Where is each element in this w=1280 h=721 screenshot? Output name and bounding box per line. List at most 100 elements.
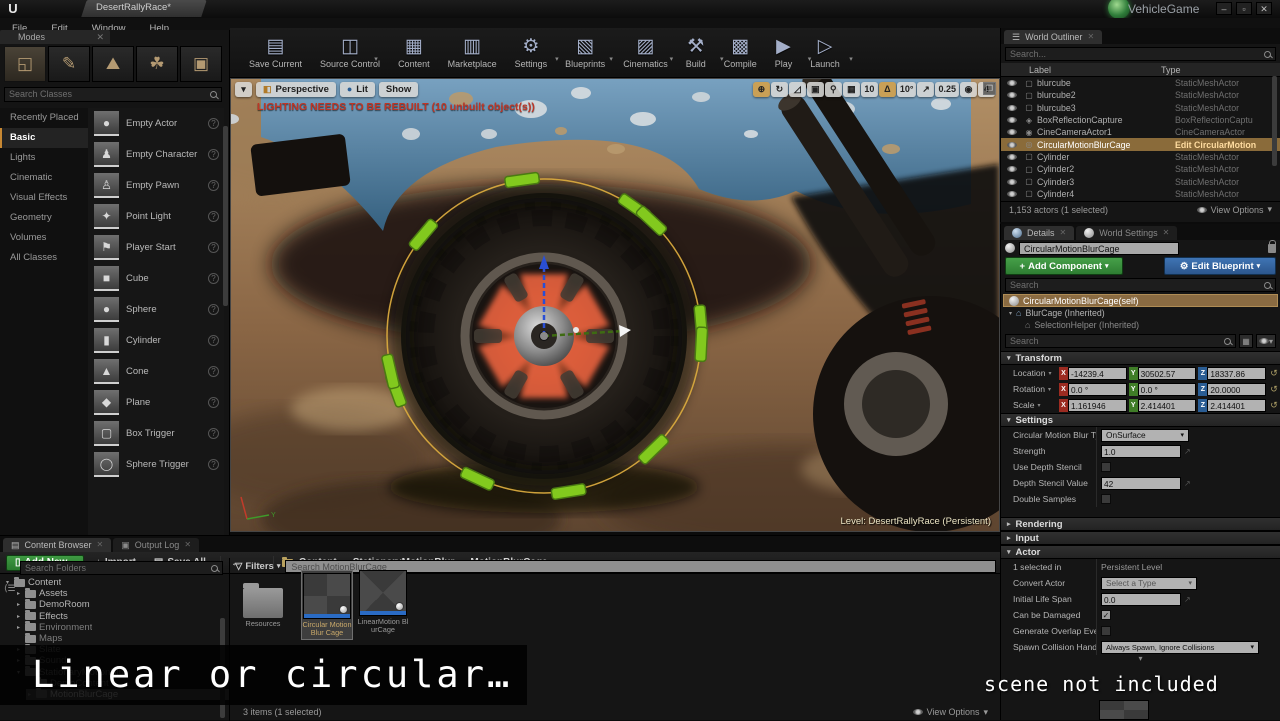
mode-category[interactable]: Geometry	[0, 208, 88, 228]
add-component-button[interactable]: +Add Component▾	[1005, 257, 1123, 275]
world-outliner-tab[interactable]: ☰World Outliner✕	[1004, 30, 1102, 44]
placeable-item[interactable]: ▢ Box Trigger ?	[88, 418, 224, 449]
placeable-item[interactable]: ▮ Cylinder ?	[88, 325, 224, 356]
outliner-row[interactable]: ▢ Cylinder2 StaticMeshActor	[1001, 163, 1280, 175]
close-icon[interactable]: ✕	[1087, 30, 1094, 44]
viewport-tool-button[interactable]: ▣	[807, 82, 824, 97]
blur-type-dropdown[interactable]: OnSurface▾	[1101, 429, 1189, 442]
component-search-input[interactable]: Search	[1005, 278, 1276, 292]
content-browser-tab[interactable]: ▤Content Browser✕	[3, 538, 111, 552]
placeable-item[interactable]: ✦ Point Light ?	[88, 201, 224, 232]
help-icon[interactable]: ?	[208, 397, 219, 408]
close-icon[interactable]: ✕	[96, 30, 104, 44]
placeable-item[interactable]: ● Empty Actor ?	[88, 108, 224, 139]
maximize-button[interactable]: ▫	[1236, 2, 1252, 15]
edit-blueprint-button[interactable]: ⚙Edit Blueprint▾	[1164, 257, 1276, 275]
x-value-field[interactable]: 0.0 °	[1068, 383, 1127, 396]
mode-tool-icon[interactable]: ⛰	[92, 46, 134, 82]
lit-button[interactable]: ●Lit	[340, 82, 375, 97]
minimize-button[interactable]: –	[1216, 2, 1232, 15]
toolbar-button[interactable]: ▩ Compile ▾	[715, 28, 766, 77]
asset-folder-resources[interactable]: Resources	[237, 580, 289, 628]
toolbar-button[interactable]: ▥ Marketplace ▾	[439, 28, 506, 77]
close-icon[interactable]: ✕	[97, 538, 104, 552]
actor-section-header[interactable]: ▾Actor	[1001, 545, 1280, 559]
y-value-field[interactable]: 30502.57	[1138, 367, 1197, 380]
mode-tool-icon[interactable]: ☘	[136, 46, 178, 82]
help-icon[interactable]: ?	[208, 242, 219, 253]
toolbar-button[interactable]: ▷ Launch ▾	[801, 28, 849, 77]
component-row-selectionhelper[interactable]: ⌂SelectionHelper (Inherited)	[1001, 319, 1280, 331]
world-settings-tab[interactable]: World Settings✕	[1076, 226, 1177, 240]
help-icon[interactable]: ?	[208, 180, 219, 191]
outliner-search-input[interactable]: Search...	[1005, 47, 1276, 61]
expander-icon[interactable]: ▸	[15, 590, 22, 597]
lock-icon[interactable]	[1268, 244, 1276, 253]
visibility-eye-icon[interactable]	[1007, 80, 1017, 86]
expander-icon[interactable]: ▸	[15, 624, 22, 631]
close-button[interactable]: ✕	[1256, 2, 1272, 15]
viewport-maximize-icon[interactable]: ❐	[983, 82, 996, 95]
close-icon[interactable]: ✕	[184, 538, 191, 552]
component-row-blurcage[interactable]: ▾⌂BlurCage (Inherited)	[1001, 307, 1280, 319]
reset-icon[interactable]: ↺	[1268, 368, 1280, 379]
mode-category[interactable]: Lights	[0, 148, 88, 168]
asset-linearmotionblurcage[interactable]: LinearMotion BlurCage	[357, 570, 409, 634]
toolbar-button[interactable]: ▨ Cinematics ▾	[614, 28, 677, 77]
viewport-tool-button[interactable]: ◉	[960, 82, 977, 97]
expander-icon[interactable]: ▸	[15, 613, 22, 620]
mode-tool-icon[interactable]: ▣	[180, 46, 222, 82]
expander-icon[interactable]: ▸	[15, 601, 22, 608]
x-value-field[interactable]: -14239.4	[1068, 367, 1127, 380]
folder-tree-row[interactable]: Maps	[0, 633, 229, 644]
viewport-tool-button[interactable]: ⊕	[753, 82, 770, 97]
viewport-tool-button[interactable]: Δ	[879, 82, 896, 97]
z-value-field[interactable]: 18337.86	[1207, 367, 1266, 380]
help-icon[interactable]: ?	[208, 428, 219, 439]
component-self-row[interactable]: CircularMotionBlurCage(self)	[1003, 294, 1278, 307]
toolbar-button[interactable]: ▶ Play ▾	[766, 28, 802, 77]
close-icon[interactable]: ✕	[1163, 226, 1170, 240]
outliner-row[interactable]: ▢ blurcube3 StaticMeshActor	[1001, 102, 1280, 114]
column-label[interactable]: Label	[1001, 65, 1161, 75]
filters-button[interactable]: ▽Filters▾	[235, 561, 280, 572]
strength-field[interactable]: 1.0	[1101, 445, 1181, 458]
mode-category[interactable]: Volumes	[0, 228, 88, 248]
x-value-field[interactable]: 1.161946	[1068, 399, 1127, 412]
folder-tree-row[interactable]: ▸ DemoRoom	[0, 599, 229, 610]
visibility-eye-icon[interactable]	[1007, 191, 1017, 197]
visibility-eye-icon[interactable]	[1007, 92, 1017, 98]
mode-category[interactable]: Cinematic	[0, 168, 88, 188]
transform-section-header[interactable]: ▾Transform	[1001, 351, 1280, 365]
outliner-row[interactable]: ▢ Cylinder4 StaticMeshActor	[1001, 188, 1280, 200]
toolbar-button[interactable]: ⚙ Settings ▾	[506, 28, 557, 77]
toolbar-button[interactable]: ▧ Blueprints ▾	[556, 28, 614, 77]
rendering-section-header[interactable]: ▸Rendering	[1001, 517, 1280, 531]
folder-tree-row[interactable]: ▸ Environment	[0, 622, 229, 633]
outliner-row[interactable]: ▢ Cylinder StaticMeshActor	[1001, 151, 1280, 163]
z-value-field[interactable]: 2.414401	[1207, 399, 1266, 412]
panel-splitter[interactable]: ▾	[1001, 655, 1280, 663]
search-classes-input[interactable]: Search Classes	[4, 87, 222, 102]
placeable-item[interactable]: ♟ Empty Character ?	[88, 139, 224, 170]
double-samples-checkbox[interactable]	[1101, 494, 1111, 504]
help-icon[interactable]: ?	[208, 211, 219, 222]
visibility-eye-icon[interactable]	[1007, 179, 1017, 185]
mode-category[interactable]: Recently Placed	[0, 108, 88, 128]
help-icon[interactable]: ?	[208, 118, 219, 129]
help-icon[interactable]: ?	[208, 459, 219, 470]
close-icon[interactable]: ✕	[1060, 226, 1067, 240]
y-value-field[interactable]: 0.0 °	[1138, 383, 1197, 396]
folder-tree-row[interactable]: ▾ Content	[0, 577, 229, 588]
outliner-row[interactable]: ▢ Cylinder3 StaticMeshActor	[1001, 175, 1280, 187]
outliner-scrollbar[interactable]	[1272, 76, 1277, 166]
category-filter-icon[interactable]: ▦	[1239, 334, 1253, 348]
cb-view-options-button[interactable]: View Options ▾	[913, 707, 988, 718]
mode-category[interactable]: Visual Effects	[0, 188, 88, 208]
modes-scrollbar[interactable]	[223, 126, 228, 306]
toolbar-button[interactable]: ▦ Content ▾	[389, 28, 439, 77]
viewport[interactable]: Y ▾ ◧Perspective ●Lit Show ⊕↻◿▣⚲▦10Δ10°↗…	[230, 78, 1000, 532]
placeable-item[interactable]: ● Sphere ?	[88, 294, 224, 325]
folder-tree-row[interactable]: ▸ Assets	[0, 588, 229, 599]
visibility-eye-icon[interactable]	[1007, 129, 1017, 135]
